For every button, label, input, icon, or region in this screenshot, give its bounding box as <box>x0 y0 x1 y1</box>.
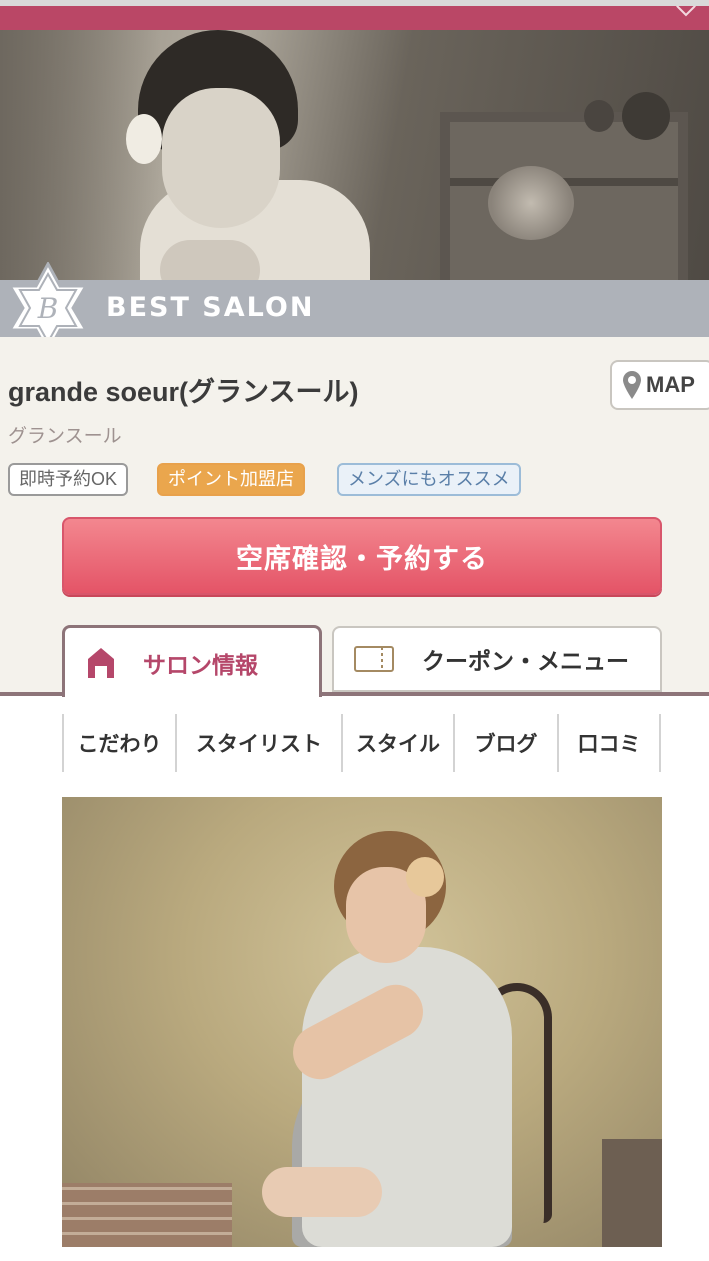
subnav-kodawari[interactable]: こだわり <box>62 714 175 772</box>
tag-instant-booking: 即時予約OK <box>8 463 129 496</box>
tab-salon-info[interactable]: サロン情報 <box>62 625 322 697</box>
reserve-button-label: 空席確認・予約する <box>236 543 488 574</box>
tab-coupon-menu[interactable]: クーポン・メニュー <box>332 626 662 692</box>
tag-points-member: ポイント加盟店 <box>157 463 305 496</box>
map-button-label: MAP <box>646 372 695 397</box>
salon-name: grande soeur(グランスール) <box>8 377 359 407</box>
subnav-blog[interactable]: ブログ <box>453 714 557 772</box>
house-icon <box>88 647 114 678</box>
favorite-link[interactable] <box>675 6 697 18</box>
tab-coupon-menu-label: クーポン・メニュー <box>422 648 629 674</box>
subnav-stylist[interactable]: スタイリスト <box>175 714 341 772</box>
reserve-button[interactable]: 空席確認・予約する <box>62 517 662 595</box>
subnav-style[interactable]: スタイル <box>341 714 453 772</box>
best-salon-label: BEST SALON <box>106 292 315 323</box>
tab-salon-info-label: サロン情報 <box>143 651 258 678</box>
salon-style-photo <box>62 797 662 1247</box>
map-button[interactable]: MAP <box>610 360 709 410</box>
top-bar <box>0 0 709 30</box>
heart-outline-icon <box>676 6 696 17</box>
salon-kana: グランスール <box>8 426 122 447</box>
ticket-icon <box>354 646 394 672</box>
salon-hero-photo <box>0 30 709 280</box>
subnav-reviews[interactable]: 口コミ <box>557 714 661 772</box>
tag-mens-recommended: メンズにもオススメ <box>337 463 521 496</box>
badge-letter: B <box>37 292 59 325</box>
map-pin-icon <box>623 371 641 399</box>
salon-subnav: こだわり スタイリスト スタイル ブログ 口コミ <box>62 714 661 772</box>
best-salon-banner: BEST SALON <box>0 280 709 337</box>
